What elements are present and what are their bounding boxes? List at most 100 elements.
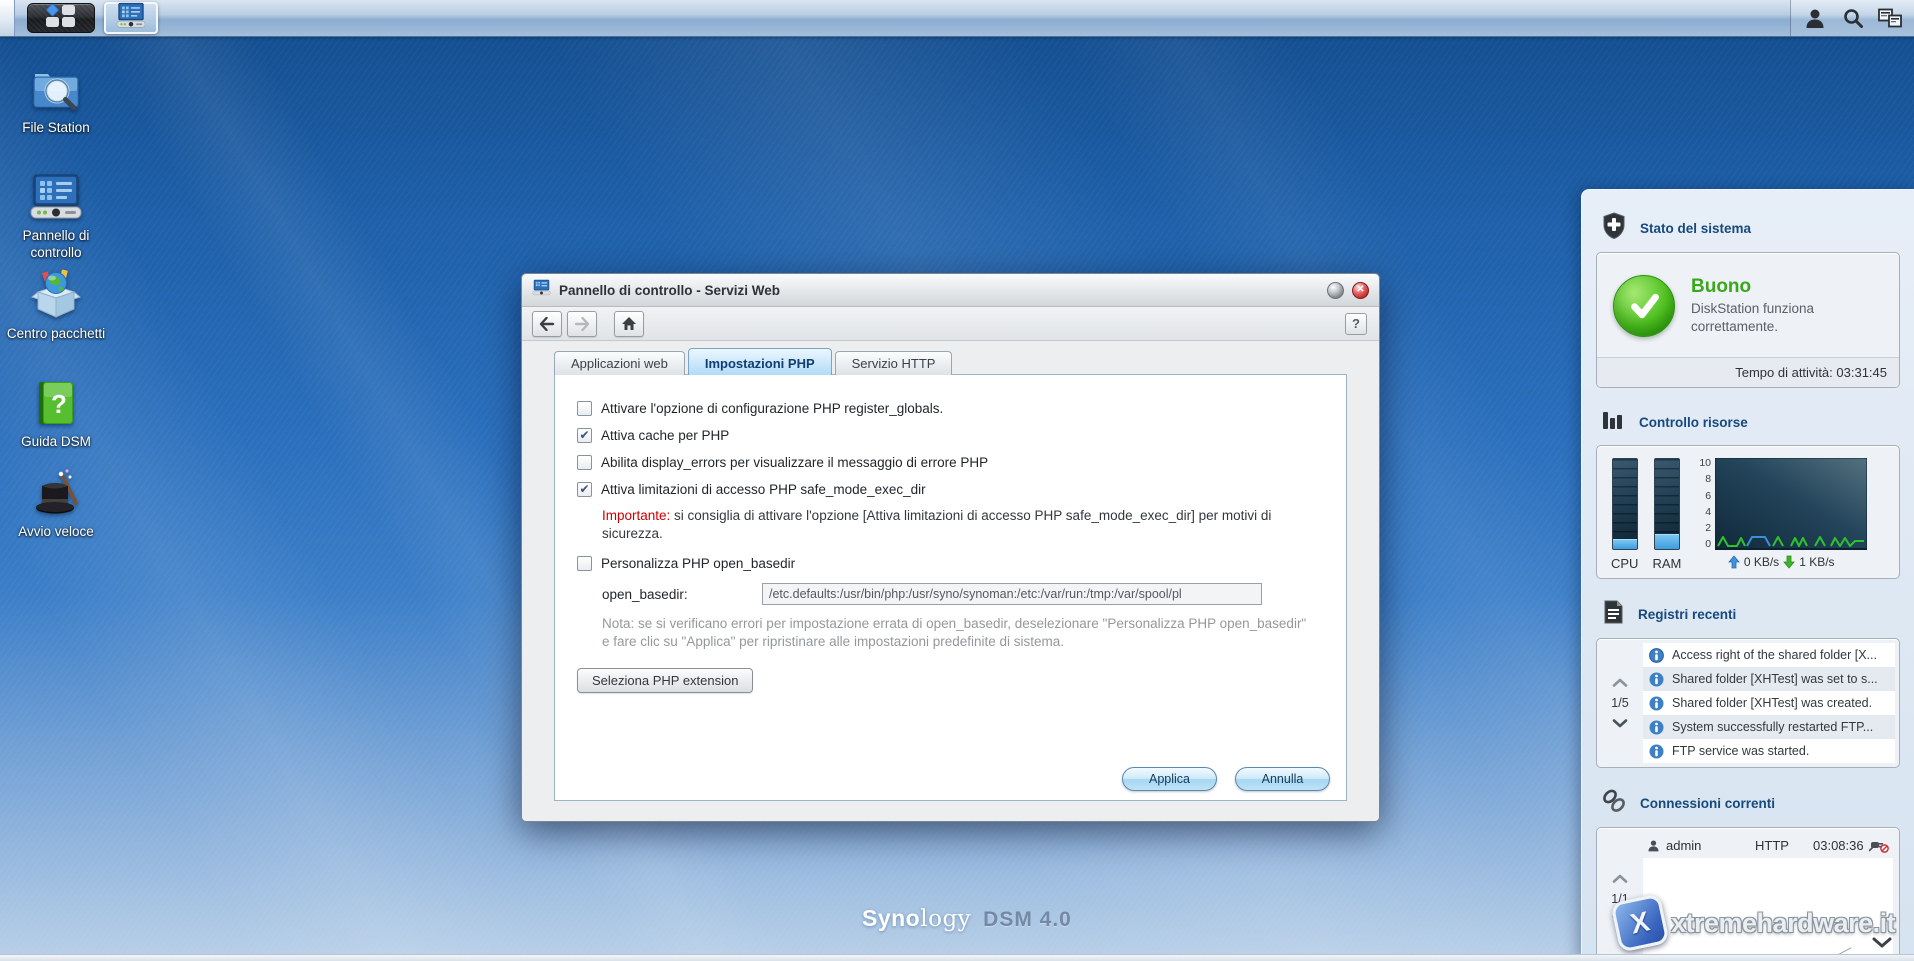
user-icon[interactable] (1802, 5, 1828, 31)
info-icon (1649, 744, 1664, 759)
widget-title: Registri recenti (1638, 607, 1736, 622)
y-tick: 0 (1699, 539, 1711, 550)
log-row: Shared folder [XHTest] was created. (1643, 691, 1895, 715)
system-status-card: Buono DiskStation funziona correttamente… (1596, 252, 1900, 388)
desktop-icon-label: File Station (22, 120, 90, 137)
panel-collapse-chevron-icon[interactable] (1872, 935, 1892, 953)
php-cache-checkbox[interactable] (577, 428, 592, 443)
close-button[interactable] (1352, 282, 1369, 299)
connections-pager: 1/1 (1597, 828, 1643, 961)
display-errors-checkbox[interactable] (577, 455, 592, 470)
connections-page-down-icon[interactable] (1612, 915, 1628, 924)
safe-mode-checkbox[interactable] (577, 482, 592, 497)
network-legend: 0 KB/s 1 KB/s (1695, 555, 1867, 569)
main-menu-button[interactable] (27, 3, 95, 33)
forward-button[interactable] (567, 311, 597, 337)
ram-gauge-fill (1655, 534, 1679, 549)
log-document-icon (1601, 599, 1625, 630)
desktop-icon-label: Pannello di controllo (4, 228, 108, 262)
topbar-right-group (1790, 0, 1914, 36)
open-basedir-checkbox[interactable] (577, 556, 592, 571)
shield-icon (1601, 212, 1627, 244)
status-description: DiskStation funziona correttamente. (1691, 300, 1887, 335)
recent-logs-header: Registri recenti (1582, 589, 1914, 638)
checkbox-row-safe-mode: Attiva limitazioni di accesso PHP safe_m… (577, 482, 1324, 497)
log-row: System successfully restarted FTP... (1643, 715, 1895, 739)
cancel-button[interactable]: Annulla (1235, 767, 1330, 791)
help-button[interactable]: ? (1345, 313, 1367, 335)
checkbox-label: Attivare l'opzione di configurazione PHP… (601, 401, 943, 416)
desktop-icon-label: Guida DSM (21, 434, 91, 451)
ram-label: RAM (1652, 556, 1681, 571)
log-row: FTP service was started. (1643, 739, 1895, 763)
window-toolbar: ? (522, 307, 1379, 341)
select-php-extension-button[interactable]: Seleziona PHP extension (577, 668, 753, 693)
info-icon (1649, 720, 1664, 735)
connections-page-up-icon[interactable] (1612, 874, 1628, 883)
control-panel-icon (29, 170, 83, 224)
tab-applicazioni-web[interactable]: Applicazioni web (554, 351, 685, 375)
checkbox-label: Attiva cache per PHP (601, 428, 729, 443)
network-graph: 10 8 6 4 2 0 (1699, 458, 1867, 550)
log-row: Shared folder [XHTest] was set to s... (1643, 667, 1895, 691)
desktop-icon-package-center[interactable]: Centro pacchetti (4, 268, 108, 343)
desktop-icon-dsm-help[interactable]: ? Guida DSM (4, 376, 108, 451)
logs-page-up-icon[interactable] (1612, 678, 1628, 687)
brand-light: logy (920, 906, 971, 932)
checkbox-row-register-globals: Attivare l'opzione di configurazione PHP… (577, 401, 1324, 416)
desktop-icon-file-station[interactable]: File Station (4, 62, 108, 137)
tab-servizio-http[interactable]: Servizio HTTP (835, 351, 953, 375)
cpu-gauge (1612, 458, 1638, 550)
file-station-icon (29, 62, 83, 116)
network-graph-plot (1715, 458, 1867, 550)
connection-username: admin (1666, 838, 1701, 853)
info-icon (1649, 672, 1664, 687)
package-center-icon (29, 268, 83, 322)
cpu-meter: CPU (1611, 458, 1638, 571)
pilot-view-icon[interactable] (1877, 5, 1903, 31)
desktop-icon-control-panel[interactable]: Pannello di controllo (4, 170, 108, 262)
minimize-button[interactable] (1327, 282, 1344, 299)
resource-monitor-card: CPU RAM 10 8 6 4 2 0 (1596, 445, 1900, 579)
upload-arrow-icon (1728, 555, 1740, 569)
bar-chart-icon (1601, 408, 1626, 437)
connection-time: 03:08:36 (1813, 838, 1869, 853)
log-list: Access right of the shared folder [X... … (1643, 643, 1895, 763)
user-icon (1647, 839, 1660, 852)
status-ok-icon (1613, 275, 1675, 337)
log-text: FTP service was started. (1672, 744, 1809, 758)
info-icon (1649, 648, 1664, 663)
tab-impostazioni-php[interactable]: Impostazioni PHP (688, 348, 832, 375)
logs-page-down-icon[interactable] (1612, 719, 1628, 728)
php-settings-panel: Attivare l'opzione di configurazione PHP… (554, 374, 1347, 801)
widget-title: Connessioni correnti (1640, 796, 1775, 811)
disconnect-icon[interactable] (1869, 838, 1889, 853)
log-text: Shared folder [XHTest] was set to s... (1672, 672, 1878, 686)
bottom-edge-strip (0, 954, 1914, 961)
window-titlebar[interactable]: Pannello di controllo - Servizi Web (522, 274, 1379, 307)
checkbox-row-display-errors: Abilita display_errors per visualizzare … (577, 455, 1324, 470)
show-desktop-button[interactable] (0, 0, 15, 36)
back-button[interactable] (532, 311, 562, 337)
log-row: Access right of the shared folder [X... (1643, 643, 1895, 667)
taskbar-item-control-panel[interactable] (104, 2, 158, 34)
desktop-icon-quick-start[interactable]: Avvio veloce (4, 466, 108, 541)
open-basedir-input[interactable] (762, 583, 1262, 605)
network-graph-y-axis: 10 8 6 4 2 0 (1699, 458, 1711, 550)
uptime-bar: Tempo di attività: 03:31:45 (1597, 357, 1899, 387)
home-button[interactable] (614, 311, 644, 337)
checkbox-label: Personalizza PHP open_basedir (601, 556, 795, 571)
apply-button[interactable]: Applica (1122, 767, 1217, 791)
tab-label: Servizio HTTP (852, 356, 936, 371)
widget-title: Stato del sistema (1640, 221, 1751, 236)
download-arrow-icon (1783, 555, 1795, 569)
register-globals-checkbox[interactable] (577, 401, 592, 416)
download-rate: 1 KB/s (1799, 555, 1834, 569)
widget-title: Controllo risorse (1639, 415, 1748, 430)
y-tick: 4 (1699, 507, 1711, 518)
search-icon[interactable] (1840, 5, 1866, 31)
status-value: Buono (1691, 276, 1887, 298)
system-status-header: Stato del sistema (1582, 202, 1914, 252)
upload-rate: 0 KB/s (1744, 555, 1779, 569)
recent-logs-card: 1/5 Access right of the shared folder [X… (1596, 638, 1900, 768)
